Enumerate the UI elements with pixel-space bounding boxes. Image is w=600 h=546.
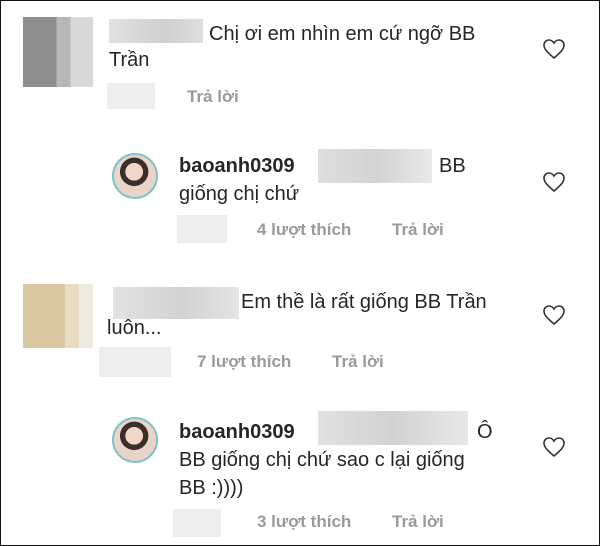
likes-count[interactable]: 7 lượt thích [197,352,291,372]
avatar-blurred[interactable] [23,284,93,348]
heart-outline-icon[interactable] [542,171,566,193]
timestamp-blurred [177,215,227,243]
comment-text-line1: Chị ơi em nhìn em cứ ngỡ BB [209,23,476,45]
comment-text-line1: Ô [477,421,493,443]
comment-thread: Chị ơi em nhìn em cứ ngỡ BB Trần Trả lời… [0,0,600,546]
reply-button[interactable]: Trả lời [332,352,384,372]
username[interactable]: baoanh0309 [179,153,295,179]
timestamp-blurred [107,83,155,109]
username-blurred[interactable] [109,19,203,43]
comment-text-line2: Trần [109,49,150,71]
avatar-blurred[interactable] [23,17,93,87]
reply-button[interactable]: Trả lời [187,87,239,107]
comment-text-line2: giống chị chứ [179,183,300,205]
comment-text-line3: BB :)))) [179,477,244,499]
comment-text-line1: Em thề là rất giống BB Trần [241,291,487,313]
comment-text-line2: BB giống chị chứ sao c lại giống [179,449,465,471]
comment-text-line2: luôn... [107,317,162,339]
reply-button[interactable]: Trả lời [392,512,444,532]
timestamp-blurred [99,347,171,377]
avatar[interactable] [112,417,158,463]
avatar[interactable] [112,153,158,199]
comment-text-line1: BB [439,155,466,177]
heart-outline-icon[interactable] [542,436,566,458]
mention-blurred[interactable] [318,411,468,445]
timestamp-blurred [173,509,221,537]
reply-button[interactable]: Trả lời [392,220,444,240]
heart-outline-icon[interactable] [542,304,566,326]
username[interactable]: baoanh0309 [179,419,295,445]
likes-count[interactable]: 3 lượt thích [257,512,351,532]
mention-blurred[interactable] [318,149,432,183]
likes-count[interactable]: 4 lượt thích [257,220,351,240]
heart-outline-icon[interactable] [542,38,566,60]
